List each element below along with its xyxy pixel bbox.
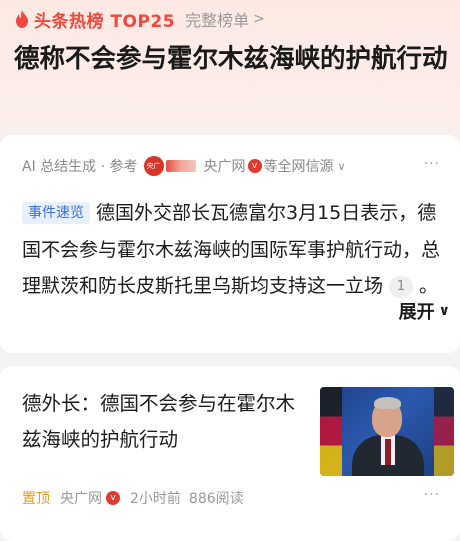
chevron-down-icon[interactable]: ∨ (338, 160, 346, 173)
more-dots-icon[interactable]: ··· (424, 487, 440, 503)
person-tie (385, 439, 391, 465)
summary-text-block: 事件速览 德国外交部长瓦德富尔3月15日表示，德国不会参与霍尔木兹海峡的国际军事护… (22, 195, 450, 305)
expand-button[interactable]: 展开 ∨ (399, 298, 450, 324)
summary-source-name[interactable]: 央广网 (204, 156, 246, 176)
news-card[interactable]: 德外长：德国不会参与在霍尔木兹海峡的护航行动 置顶 央广网 v 2小时前 886… (0, 366, 460, 541)
summary-source-suffix[interactable]: 等全网信源 (264, 156, 334, 176)
ai-summary-label: AI 总结生成 · 参考 (22, 159, 138, 175)
expand-label: 展开 (398, 302, 435, 323)
full-list-link[interactable]: 完整榜单 > (185, 7, 265, 31)
flag-graphic (434, 387, 454, 476)
full-list-label: 完整榜单 (185, 11, 250, 30)
more-dots-icon[interactable]: ··· (424, 156, 440, 172)
chevron-right-icon: > (253, 11, 265, 27)
ai-summary-card: AI 总结生成 · 参考 央广 央广网 v 等全网信源 ∨ ··· 事件速览 德国… (0, 135, 460, 353)
cnr-logo-icon: 央广 (143, 156, 164, 176)
chevron-down-icon: ∨ (438, 303, 450, 319)
verified-badge-icon: v (106, 491, 120, 505)
hot-list-brand: 头条热榜 TOP25 (34, 11, 176, 32)
person-hair (374, 397, 401, 409)
page-title: 德称不会参与霍尔木兹海峡的护航行动 (14, 44, 448, 74)
flag-graphic (320, 387, 342, 476)
news-title[interactable]: 德外长：德国不会参与在霍尔木兹海峡的护航行动 (22, 386, 304, 458)
summary-text-end: 。 (419, 275, 439, 297)
news-time: 2小时前 (130, 491, 181, 507)
verified-badge-icon: v (247, 159, 262, 173)
news-reads: 886阅读 (188, 491, 244, 507)
news-meta-row: 置顶 央广网 v 2小时前 886阅读 ··· (22, 487, 450, 509)
flame-icon (16, 10, 28, 28)
news-thumbnail[interactable] (320, 387, 454, 476)
source-logo-icon (165, 160, 196, 172)
summary-source-row: AI 总结生成 · 参考 央广 央广网 v 等全网信源 ∨ ··· (22, 156, 450, 176)
event-tag: 事件速览 (22, 202, 90, 224)
pinned-badge: 置顶 (22, 491, 50, 507)
news-source[interactable]: 央广网 (60, 488, 102, 508)
hot-list-header: 头条热榜 TOP25 完整榜单 > (14, 7, 265, 32)
citation-badge[interactable]: 1 (389, 276, 414, 299)
